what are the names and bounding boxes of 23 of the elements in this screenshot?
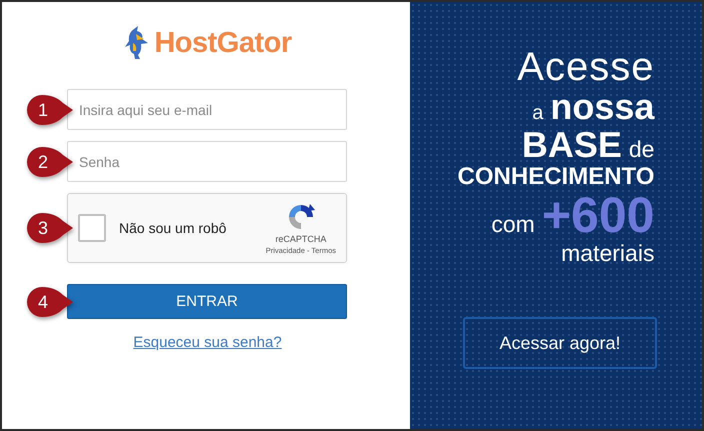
- headline-text: com: [491, 212, 535, 236]
- callout-marker: 4: [25, 284, 75, 318]
- headline-text: a: [532, 103, 544, 124]
- callout-marker: 2: [25, 144, 75, 178]
- headline-text: Acesse: [517, 46, 654, 88]
- access-now-button[interactable]: Acessar agora!: [463, 317, 657, 370]
- password-field[interactable]: Senha: [67, 141, 347, 182]
- recaptcha-label: reCAPTCHA: [275, 234, 326, 244]
- callout-marker: 1: [25, 92, 75, 126]
- email-field[interactable]: Insira aqui seu e-mail: [67, 89, 347, 130]
- headline-text: materiais: [561, 241, 654, 266]
- callout-marker: 3: [25, 211, 75, 245]
- login-button[interactable]: ENTRAR: [67, 284, 347, 319]
- headline-text: nossa: [550, 88, 654, 126]
- logo-text: HostGator: [154, 26, 292, 60]
- captcha-checkbox[interactable]: [78, 214, 106, 242]
- forgot-password-link[interactable]: Esqueceu sua senha?: [133, 334, 282, 351]
- gator-mascot-icon: [124, 25, 150, 61]
- captcha-label: Não sou um robô: [119, 220, 228, 236]
- headline-text: CONHECIMENTO: [458, 164, 654, 189]
- headline-text: BASE: [522, 126, 622, 164]
- headline-text: de: [628, 136, 654, 161]
- headline-text: +600: [542, 188, 654, 242]
